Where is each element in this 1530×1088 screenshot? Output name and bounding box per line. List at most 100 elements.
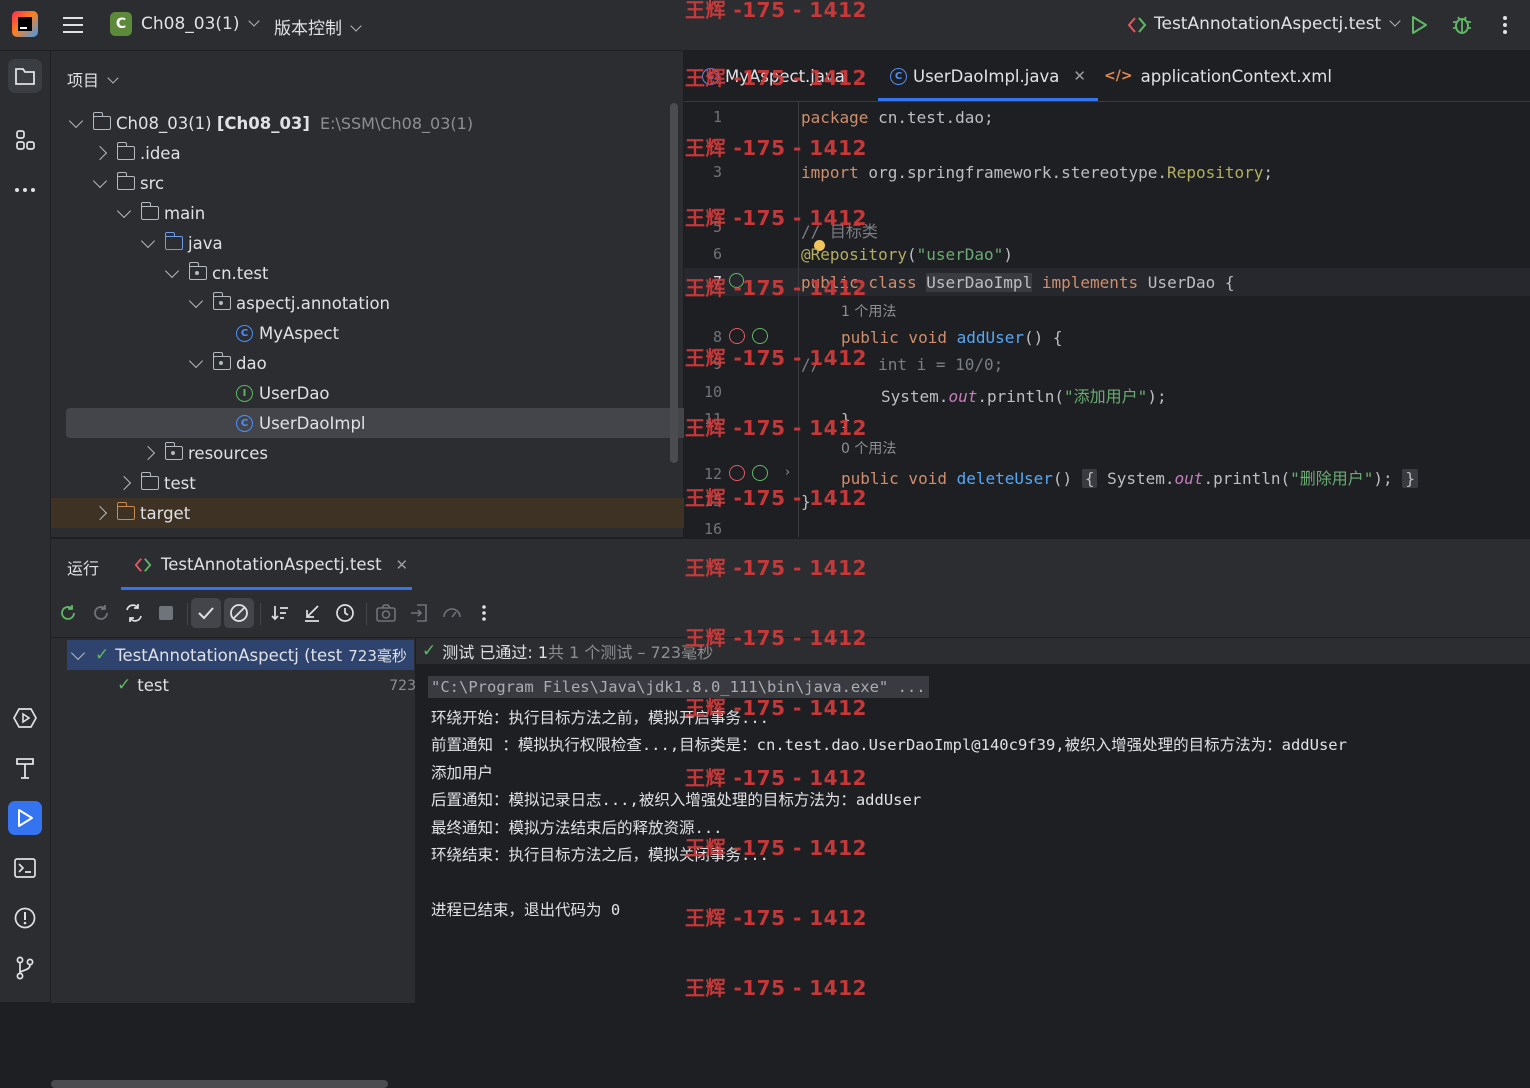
camera-icon[interactable] <box>371 598 401 628</box>
tree-node-resources[interactable]: resources <box>51 438 759 468</box>
run-tool-icon[interactable] <box>8 801 42 835</box>
chevron-right-icon[interactable] <box>92 145 108 161</box>
structure-tool-icon[interactable] <box>8 123 42 157</box>
tab-application-context[interactable]: </> applicationContext.xml <box>1104 51 1332 101</box>
project-avatar[interactable]: C <box>110 12 132 36</box>
coverage-gauge-icon[interactable] <box>437 598 467 628</box>
chevron-down-icon[interactable] <box>188 353 204 368</box>
stop-icon[interactable] <box>151 598 181 628</box>
root-path: E:\SSM\Ch08_03(1) <box>319 113 474 133</box>
console-output[interactable]: ✓ 测试 已通过: 1 共 1 个测试 – 723毫秒 "C:\Program … <box>416 638 1530 1003</box>
code-line-3[interactable]: import org.springframework.stereotype.Re… <box>801 163 1273 182</box>
code-line-12[interactable]: public void deleteUser() { System.out.pr… <box>841 465 1418 489</box>
test-node-class[interactable]: ✓ TestAnnotationAspectj (test 723毫秒 <box>67 640 414 670</box>
show-passed-icon[interactable] <box>191 598 221 628</box>
horizontal-scrollbar[interactable] <box>51 1080 388 1088</box>
console-line: 添加用户 <box>431 764 494 782</box>
sort-icon[interactable] <box>265 598 295 628</box>
code-line-5[interactable]: // 目标类 <box>801 218 878 242</box>
test-node-method[interactable]: ✓ test 723毫秒 <box>67 670 464 700</box>
project-scrollbar[interactable] <box>670 103 678 463</box>
chevron-right-icon[interactable]: › <box>785 465 790 480</box>
debug-icon[interactable] <box>1450 13 1474 37</box>
chevron-down-icon <box>350 20 362 32</box>
test-status-bar: ✓ 测试 已通过: 1 共 1 个测试 – 723毫秒 <box>416 638 1530 664</box>
code-line-7[interactable]: public class UserDaoImpl implements User… <box>801 273 1235 292</box>
chevron-down-icon[interactable] <box>70 645 86 660</box>
main-menu-icon[interactable] <box>58 12 88 38</box>
vcs-menu[interactable]: 版本控制 <box>274 14 362 39</box>
aspect-advice-icon[interactable] <box>729 328 745 344</box>
tab-myaspect[interactable]: C MyAspect.java <box>702 51 845 101</box>
tree-node-idea[interactable]: .idea <box>51 138 711 168</box>
terminal-tool-icon[interactable] <box>8 851 42 885</box>
project-panel-title: 项目 <box>67 71 100 90</box>
class-icon: C <box>890 67 907 85</box>
usage-hint[interactable]: 1 个用法 <box>841 301 896 321</box>
build-tool-icon[interactable] <box>8 751 42 785</box>
collapse-icon[interactable] <box>297 598 327 628</box>
git-tool-icon[interactable] <box>8 951 42 985</box>
more-options-icon[interactable] <box>469 598 499 628</box>
folder-icon <box>116 142 135 160</box>
code-line-10[interactable]: System.out.println("添加用户"); <box>881 383 1167 407</box>
tree-node-java[interactable]: java <box>51 228 759 258</box>
implements-method-icon[interactable] <box>752 465 768 481</box>
tree-node-root[interactable]: Ch08_03(1) [Ch08_03] E:\SSM\Ch08_03(1) <box>51 108 687 138</box>
history-icon[interactable] <box>330 598 360 628</box>
problems-tool-icon[interactable] <box>8 901 42 935</box>
chevron-down-icon[interactable] <box>164 263 180 278</box>
rerun-failed-icon[interactable] <box>86 598 116 628</box>
chevron-right-icon[interactable] <box>140 445 156 461</box>
aspect-advice-icon[interactable] <box>729 465 745 481</box>
more-tools-icon[interactable] <box>8 173 42 207</box>
usage-hint[interactable]: 0 个用法 <box>841 438 896 458</box>
rerun-icon[interactable] <box>53 598 83 628</box>
tree-node-src[interactable]: src <box>51 168 711 198</box>
toolbar-separator <box>187 603 188 625</box>
code-line-9[interactable]: // int i = 10/0; <box>801 355 1003 374</box>
chevron-down-icon[interactable] <box>116 203 132 218</box>
class-icon: C <box>236 324 253 342</box>
chevron-down-icon[interactable] <box>140 233 156 248</box>
code-line-1[interactable]: package cn.test.dao; <box>801 108 994 127</box>
close-icon[interactable]: ✕ <box>396 556 409 574</box>
tab-userdaoimpl[interactable]: C UserDaoImpl.java ✕ <box>878 51 1098 101</box>
tree-node-main[interactable]: main <box>51 198 735 228</box>
chevron-right-icon[interactable] <box>92 505 108 521</box>
chevron-down-icon <box>1389 15 1401 27</box>
intellij-logo-icon[interactable] <box>12 11 38 37</box>
code-line-15[interactable]: } <box>801 492 811 511</box>
run-config-selector[interactable]: TestAnnotationAspectj.test <box>1154 14 1401 34</box>
run-panel-title: 运行 <box>67 559 100 578</box>
run-icon[interactable] <box>1407 13 1431 37</box>
tab-label: UserDaoImpl.java <box>913 66 1060 86</box>
project-switcher[interactable]: Ch08_03(1) <box>141 14 260 34</box>
tree-node-target[interactable]: target <box>51 498 727 528</box>
project-tool-icon[interactable] <box>8 59 42 93</box>
code-line-8[interactable]: public void addUser() { <box>841 328 1063 347</box>
toggle-auto-test-icon[interactable] <box>119 598 149 628</box>
line-number: 6 <box>712 245 722 263</box>
root-label: Ch08_03(1) <box>116 113 212 133</box>
code-line-6[interactable]: @Repository("userDao") <box>801 245 1013 264</box>
chevron-right-icon[interactable] <box>116 475 132 491</box>
run-tab-label: TestAnnotationAspectj.test <box>161 555 382 574</box>
console-line: 最终通知：模拟方法结束后的释放资源... <box>431 819 723 837</box>
bean-icon[interactable] <box>729 273 744 288</box>
show-ignored-icon[interactable] <box>224 598 254 628</box>
code-line-11[interactable]: } <box>841 410 851 429</box>
chevron-down-icon[interactable] <box>68 113 84 128</box>
chevron-down-icon[interactable] <box>92 173 108 188</box>
close-icon[interactable]: ✕ <box>1073 67 1086 85</box>
chevron-down-icon[interactable] <box>188 293 204 308</box>
tree-node-test[interactable]: test <box>51 468 735 498</box>
services-tool-icon[interactable] <box>8 701 42 735</box>
node-label: main <box>164 203 206 223</box>
implements-method-icon[interactable] <box>752 328 768 344</box>
source-folder-icon <box>164 232 183 250</box>
more-actions-icon[interactable] <box>1493 13 1517 37</box>
import-icon[interactable] <box>404 598 434 628</box>
project-view-selector[interactable]: 项目 <box>67 67 119 91</box>
tab-run-config[interactable]: TestAnnotationAspectj.test ✕ <box>121 539 412 590</box>
